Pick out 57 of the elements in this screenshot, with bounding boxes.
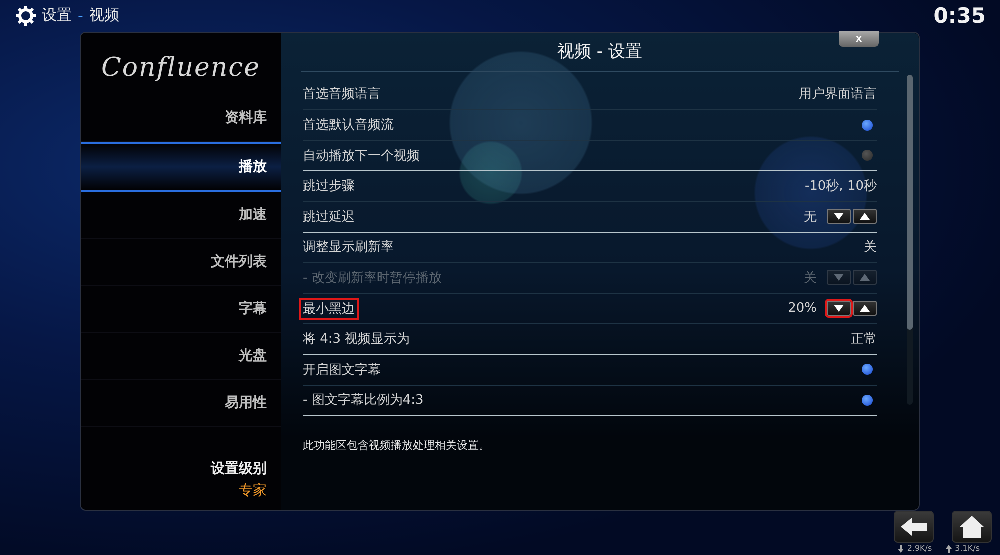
sidebar-item[interactable]: 光盘: [81, 332, 281, 380]
sidebar-item[interactable]: 播放: [81, 142, 281, 192]
setting-label[interactable]: - 图文字幕比例为4:3: [299, 389, 428, 412]
decrease-button[interactable]: [827, 209, 851, 224]
setting-value: 正常: [851, 331, 877, 348]
setting-value: -10秒, 10秒: [804, 178, 877, 196]
scrollbar[interactable]: [907, 74, 913, 405]
up-arrow-icon: [860, 213, 870, 220]
download-speed: 2.9K/s: [907, 544, 932, 554]
setting-value: 关: [864, 239, 877, 256]
setting-label[interactable]: 首选音频语言: [299, 83, 385, 106]
breadcrumb-section: 设置: [42, 6, 72, 26]
upload-speed: 3.1K/s: [955, 544, 980, 554]
back-arrow-icon: [901, 518, 927, 536]
sidebar-item[interactable]: 资料库: [81, 94, 281, 142]
home-icon: [960, 516, 984, 538]
home-button[interactable]: [952, 511, 992, 543]
breadcrumb-page: 视频: [89, 6, 120, 26]
increase-button[interactable]: [853, 209, 877, 224]
download-arrow-icon: [898, 545, 904, 553]
logo: Confluence: [100, 52, 262, 85]
settings-level-value[interactable]: 专家: [239, 482, 267, 500]
increase-button[interactable]: [853, 301, 877, 316]
description-text: 此功能区包含视频播放处理相关设置。: [302, 438, 491, 454]
down-arrow-icon: [834, 213, 844, 220]
setting-label[interactable]: 跳过步骤: [299, 175, 359, 198]
gear-icon: [16, 6, 36, 26]
setting-label[interactable]: 自动播放下一个视频: [299, 144, 424, 167]
toggle-dot[interactable]: [862, 150, 873, 162]
setting-value: 无: [804, 208, 817, 226]
down-arrow-icon: [834, 274, 844, 282]
setting-value: 20%: [788, 301, 817, 316]
decrease-button[interactable]: [827, 301, 851, 316]
up-arrow-icon: [860, 305, 870, 312]
setting-label[interactable]: 调整显示刷新率: [299, 236, 398, 258]
back-button[interactable]: [894, 511, 934, 543]
down-arrow-icon: [834, 305, 844, 312]
setting-value: 关: [804, 270, 817, 287]
settings-level-label: 设置级别: [211, 460, 267, 478]
breadcrumb-separator: -: [78, 6, 84, 25]
close-button[interactable]: x: [839, 30, 879, 47]
setting-label[interactable]: 将 4:3 视频显示为: [299, 328, 414, 350]
sidebar-item[interactable]: 文件列表: [81, 238, 281, 286]
up-arrow-icon: [860, 274, 870, 282]
setting-label[interactable]: 开启图文字幕: [299, 358, 385, 381]
setting-label[interactable]: 跳过延迟: [299, 206, 359, 228]
toggle-dot[interactable]: [862, 120, 873, 131]
setting-label[interactable]: 首选默认音频流: [299, 114, 398, 136]
upload-arrow-icon: [946, 545, 952, 553]
clock: 0:35: [934, 4, 986, 28]
toggle-dot[interactable]: [862, 394, 873, 406]
toggle-dot[interactable]: [862, 364, 873, 376]
sidebar-item[interactable]: 加速: [81, 192, 281, 239]
sidebar-item[interactable]: 字幕: [81, 286, 281, 333]
sidebar-item[interactable]: 易用性: [81, 380, 281, 427]
setting-label[interactable]: 最小黑边: [299, 298, 359, 320]
setting-value: 用户界面语言: [799, 86, 877, 104]
